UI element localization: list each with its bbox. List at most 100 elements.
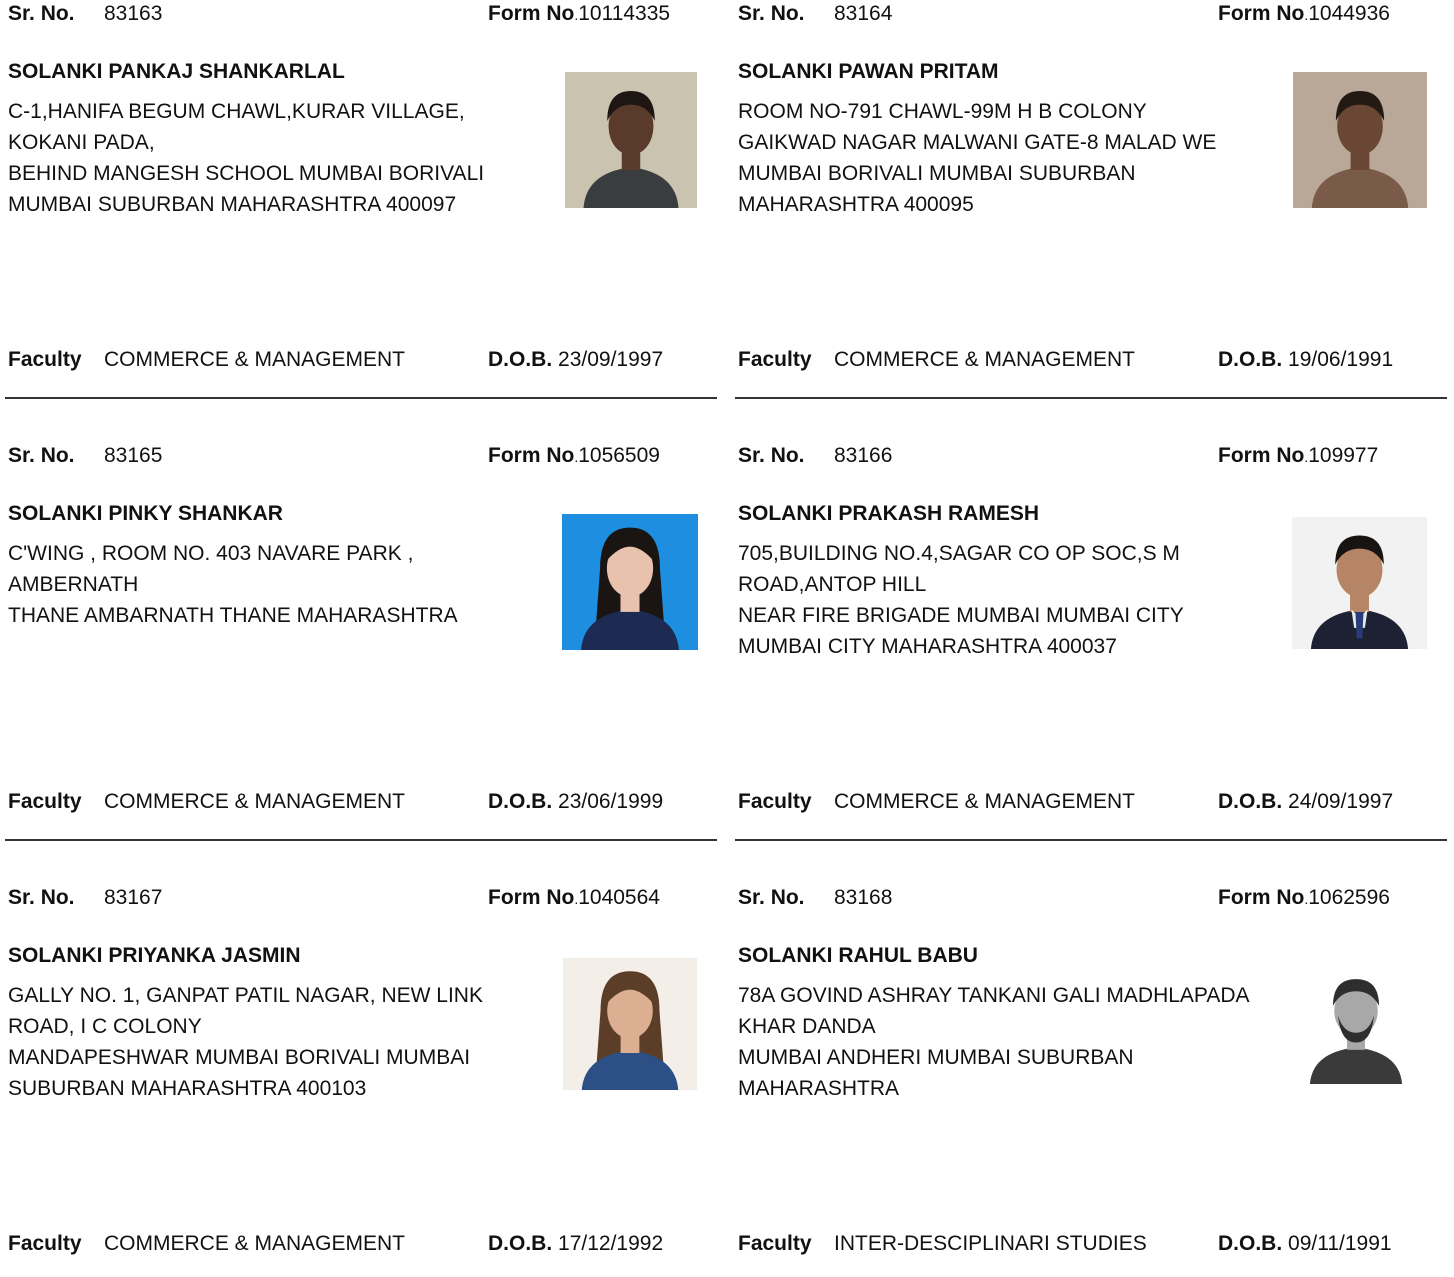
form-no-value: 1062596 — [1308, 886, 1390, 909]
dob-label: D.O.B. — [488, 790, 553, 813]
sr-no-value: 83163 — [104, 2, 163, 25]
address-line: THANE AMBARNATH THANE MAHARASHTRA — [8, 604, 458, 627]
dob-label: D.O.B. — [488, 348, 553, 371]
sr-no-value: 83164 — [834, 2, 893, 25]
student-record-card: Sr. No. 83163 Form No.10114335 SOLANKI P… — [0, 0, 717, 441]
separator-line — [5, 397, 717, 399]
student-photo — [1293, 72, 1427, 208]
address-line: MUMBAI SUBURBAN MAHARASHTRA 400097 — [8, 193, 457, 216]
student-name: SOLANKI PANKAJ SHANKARLAL — [8, 60, 345, 83]
form-no-value: 109977 — [1308, 444, 1379, 467]
student-name: SOLANKI PRIYANKA JASMIN — [8, 944, 301, 967]
address-line: MAHARASHTRA — [738, 1077, 900, 1100]
form-no-value: 1056509 — [578, 444, 660, 467]
portrait-image — [1292, 962, 1420, 1084]
faculty-label: Faculty — [8, 790, 82, 813]
student-record-card: Sr. No. 83166 Form No.109977 SOLANKI PRA… — [730, 442, 1447, 883]
form-no-label: Form No — [1218, 886, 1305, 909]
form-no-label: Form No — [1218, 2, 1305, 25]
form-no: Form No.109977 — [1218, 444, 1378, 468]
dob-value: 09/11/1991 — [1288, 1232, 1392, 1255]
dob-label: D.O.B. — [1218, 348, 1283, 371]
faculty-label: Faculty — [8, 348, 82, 371]
student-record-card: Sr. No. 83164 Form No.1044936 SOLANKI PA… — [730, 0, 1447, 441]
sr-no-label: Sr. No. — [8, 2, 75, 25]
student-photo — [563, 958, 697, 1090]
faculty-value: COMMERCE & MANAGEMENT — [104, 790, 406, 813]
dob-value: 23/09/1997 — [558, 348, 664, 371]
sr-no-value: 83166 — [834, 444, 893, 467]
dob-label: D.O.B. — [1218, 1232, 1283, 1255]
student-name: SOLANKI RAHUL BABU — [738, 944, 978, 967]
dob-value: 24/09/1997 — [1288, 790, 1394, 813]
student-photo — [562, 514, 698, 650]
sr-no-value: 83167 — [104, 886, 163, 909]
dob: D.O.B. 17/12/1992 — [488, 1232, 663, 1256]
portrait-image — [562, 514, 698, 650]
student-name: SOLANKI PAWAN PRITAM — [738, 60, 999, 83]
address-block: C'WING , ROOM NO. 403 NAVARE PARK , AMBER… — [8, 538, 508, 631]
student-record-card: Sr. No. 83167 Form No.1040564 SOLANKI PR… — [0, 884, 712, 1277]
address-line: MUMBAI ANDHERI MUMBAI SUBURBAN — [738, 1046, 1134, 1069]
address-block: 705,BUILDING NO.4,SAGAR CO OP SOC,S M ROA… — [738, 538, 1238, 662]
form-no-label: Form No — [488, 2, 575, 25]
address-line: MUMBAI BORIVALI MUMBAI SUBURBAN — [738, 162, 1136, 185]
dob-value: 17/12/1992 — [558, 1232, 664, 1255]
student-name: SOLANKI PRAKASH RAMESH — [738, 502, 1040, 525]
address-block: 78A GOVIND ASHRAY TANKANI GALI MADHLAPAD… — [738, 980, 1250, 1104]
form-no-value: 1040564 — [578, 886, 660, 909]
dob: D.O.B. 23/09/1997 — [488, 348, 663, 372]
address-line: C-1,HANIFA BEGUM CHAWL,KURAR VILLAGE, — [8, 100, 465, 123]
dob: D.O.B. 23/06/1999 — [488, 790, 663, 814]
faculty-label: Faculty — [8, 1232, 82, 1255]
student-record-card: Sr. No. 83168 Form No.1062596 SOLANKI RA… — [730, 884, 1442, 1277]
dob: D.O.B. 19/06/1991 — [1218, 348, 1393, 372]
address-line: MAHARASHTRA 400095 — [738, 193, 974, 216]
address-line: ROAD,ANTOP HILL — [738, 573, 927, 596]
faculty-value: COMMERCE & MANAGEMENT — [104, 348, 406, 371]
separator-line — [735, 839, 1447, 841]
address-line: 78A GOVIND ASHRAY TANKANI GALI MADHLAPAD… — [738, 984, 1250, 1007]
form-no: Form No.1044936 — [1218, 2, 1390, 26]
sr-no-label: Sr. No. — [738, 2, 805, 25]
sr-no-label: Sr. No. — [8, 444, 75, 467]
sr-no-label: Sr. No. — [738, 444, 805, 467]
address-line: KHAR DANDA — [738, 1015, 876, 1038]
address-line: BEHIND MANGESH SCHOOL MUMBAI BORIVALI — [8, 162, 485, 185]
student-photo — [565, 72, 697, 208]
address-line: GAIKWAD NAGAR MALWANI GATE-8 MALAD WE — [738, 131, 1217, 154]
address-line: AMBERNATH — [8, 573, 139, 596]
dob-label: D.O.B. — [1218, 790, 1283, 813]
address-line: C'WING , ROOM NO. 403 NAVARE PARK , — [8, 542, 414, 565]
form-no-label: Form No — [488, 444, 575, 467]
form-no-value: 10114335 — [578, 2, 671, 25]
faculty-value: COMMERCE & MANAGEMENT — [104, 1232, 406, 1255]
form-no-label: Form No — [488, 886, 575, 909]
student-photo — [1292, 517, 1427, 649]
faculty-label: Faculty — [738, 348, 812, 371]
form-no: Form No.1062596 — [1218, 886, 1390, 910]
dob-value: 19/06/1991 — [1288, 348, 1394, 371]
sr-no-label: Sr. No. — [8, 886, 75, 909]
faculty-value: COMMERCE & MANAGEMENT — [834, 790, 1136, 813]
portrait-image — [1292, 517, 1427, 649]
sr-no-label: Sr. No. — [738, 886, 805, 909]
form-no-value: 1044936 — [1308, 2, 1390, 25]
form-no-label: Form No — [1218, 444, 1305, 467]
address-line: 705,BUILDING NO.4,SAGAR CO OP SOC,S M — [738, 542, 1180, 565]
address-line: MUMBAI CITY MAHARASHTRA 400037 — [738, 635, 1117, 658]
form-no: Form No.1056509 — [488, 444, 660, 468]
faculty-label: Faculty — [738, 1232, 812, 1255]
address-line: NEAR FIRE BRIGADE MUMBAI MUMBAI CITY — [738, 604, 1184, 627]
address-line: KOKANI PADA, — [8, 131, 155, 154]
sr-no-value: 83168 — [834, 886, 893, 909]
address-line: MANDAPESHWAR MUMBAI BORIVALI MUMBAI — [8, 1046, 471, 1069]
address-block: ROOM NO-791 CHAWL-99M H B COLONY GAIKWAD … — [738, 96, 1238, 220]
separator-line — [5, 839, 717, 841]
address-line: ROOM NO-791 CHAWL-99M H B COLONY — [738, 100, 1147, 123]
form-no: Form No.1040564 — [488, 886, 660, 910]
address-block: GALLY NO. 1, GANPAT PATIL NAGAR, NEW LIN… — [8, 980, 508, 1104]
faculty-value: INTER-DESCIPLINARI STUDIES — [834, 1232, 1147, 1255]
form-no: Form No.10114335 — [488, 2, 670, 26]
student-name: SOLANKI PINKY SHANKAR — [8, 502, 283, 525]
